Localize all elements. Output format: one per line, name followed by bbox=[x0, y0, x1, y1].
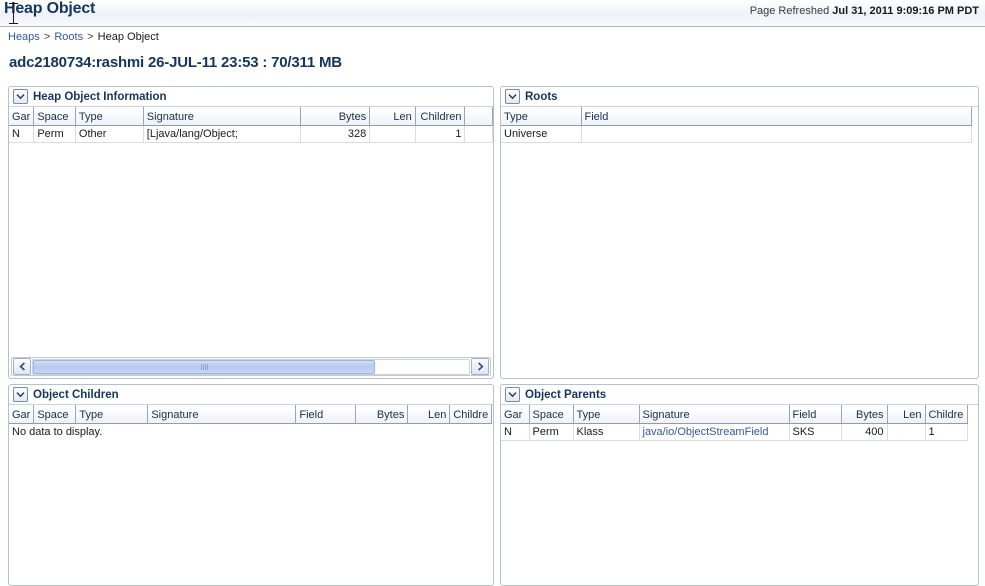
chevron-down-icon[interactable] bbox=[505, 89, 520, 104]
column-header[interactable]: Len bbox=[369, 107, 416, 126]
column-header[interactable]: Space bbox=[529, 405, 574, 424]
scrollbar-track[interactable] bbox=[32, 358, 470, 375]
breadcrumb-item-roots[interactable]: Roots bbox=[54, 31, 83, 43]
panel-body-heap-object-information: Gar Space Type Signature Bytes Len Children N Pe… bbox=[9, 107, 493, 357]
panel-body-object-parents: Gar Space Type Signature Field Bytes Len Childr… bbox=[501, 405, 978, 583]
heap-summary-title: adc2180734:rashmi 26-JUL-11 23:53 : 70/3… bbox=[9, 54, 342, 71]
panel-roots: Roots Type Field Universe bbox=[500, 86, 979, 379]
column-header[interactable]: Field bbox=[789, 405, 842, 424]
column-header[interactable]: Gar bbox=[9, 405, 35, 424]
page-header: Heap Object Page Refreshed Jul 31, 2011 … bbox=[0, 0, 985, 27]
column-header[interactable]: Childre bbox=[925, 405, 968, 424]
panel-header-object-children: Object Children bbox=[9, 385, 493, 405]
page-refreshed-time: Jul 31, 2011 9:09:16 PM PDT bbox=[832, 5, 979, 17]
table-cell: N bbox=[501, 423, 530, 441]
table-cell: 328 bbox=[300, 125, 371, 143]
chevron-down-icon[interactable] bbox=[13, 89, 28, 104]
column-header[interactable]: Type bbox=[75, 107, 144, 126]
column-header[interactable]: Gar bbox=[9, 107, 35, 126]
panel-title: Heap Object Information bbox=[33, 90, 167, 103]
table-header-row: Gar Space Type Signature Field Bytes Len Childr… bbox=[501, 405, 968, 424]
table-cell: Perm bbox=[33, 125, 76, 143]
panel-title: Object Children bbox=[33, 388, 119, 401]
column-header[interactable]: Len bbox=[887, 405, 926, 424]
table-cell: Perm bbox=[529, 423, 574, 441]
scroll-right-arrow-icon[interactable] bbox=[471, 358, 489, 375]
breadcrumb: Heaps > Roots > Heap Object bbox=[8, 31, 159, 43]
table-cell: 400 bbox=[841, 423, 888, 441]
table-header-row: Gar Space Type Signature Bytes Len Children bbox=[9, 107, 493, 126]
table-cell-link[interactable]: java/io/ObjectStreamField bbox=[643, 426, 769, 438]
heap-object-information-table: Gar Space Type Signature Bytes Len Children N Pe… bbox=[9, 107, 493, 143]
chevron-down-icon[interactable] bbox=[13, 387, 28, 402]
panel-object-children: Object Children Gar Space Type Signature Fie… bbox=[8, 384, 494, 586]
table-header-row: Gar Space Type Signature Field Bytes Len Childr… bbox=[9, 405, 493, 424]
column-header[interactable]: Bytes bbox=[355, 405, 409, 424]
horizontal-scrollbar[interactable] bbox=[11, 357, 491, 376]
breadcrumb-item-heap-object: Heap Object bbox=[97, 31, 159, 43]
table-cell: Universe bbox=[501, 125, 582, 143]
column-header[interactable]: Gar bbox=[501, 405, 530, 424]
table-header-row: Type Field bbox=[501, 107, 972, 126]
table-row[interactable]: Universe bbox=[501, 125, 972, 143]
table-cell: 1 bbox=[415, 125, 466, 143]
breadcrumb-separator: > bbox=[87, 31, 94, 43]
panel-body-object-children: Gar Space Type Signature Field Bytes Len Childr… bbox=[9, 405, 493, 583]
table-cell: Klass bbox=[573, 423, 640, 441]
table-cell: [Ljava/lang/Object; bbox=[143, 125, 301, 143]
panel-object-parents: Object Parents Gar Space Type Signature Fiel… bbox=[500, 384, 979, 586]
object-parents-table: Gar Space Type Signature Field Bytes Len Childr… bbox=[501, 405, 968, 441]
column-header[interactable]: Signature bbox=[147, 405, 297, 424]
table-cell bbox=[581, 125, 972, 143]
column-header[interactable]: Space bbox=[33, 107, 76, 126]
table-cell[interactable]: java/io/ObjectStreamField bbox=[639, 423, 790, 441]
panel-header-roots: Roots bbox=[501, 87, 978, 107]
table-cell: SKS bbox=[789, 423, 842, 441]
table-cell bbox=[887, 423, 926, 441]
column-header[interactable]: Children bbox=[415, 107, 466, 126]
table-cell: N bbox=[9, 125, 35, 143]
column-header[interactable]: Bytes bbox=[300, 107, 371, 126]
column-header[interactable]: Childre bbox=[449, 405, 493, 424]
table-cell bbox=[464, 125, 493, 143]
column-header[interactable]: Field bbox=[295, 405, 357, 424]
scrollbar-thumb[interactable] bbox=[33, 359, 376, 374]
panel-heap-object-information: Heap Object Information Gar Space Type Sign… bbox=[8, 86, 494, 379]
page-refreshed-label: Page Refreshed bbox=[749, 5, 830, 17]
panel-title: Roots bbox=[525, 90, 558, 103]
panel-title: Object Parents bbox=[525, 388, 607, 401]
column-header[interactable]: Len bbox=[407, 405, 451, 424]
panel-header-object-parents: Object Parents bbox=[501, 385, 978, 405]
column-header[interactable]: Signature bbox=[143, 107, 301, 126]
roots-table: Type Field Universe bbox=[501, 107, 972, 143]
panel-body-roots: Type Field Universe bbox=[501, 107, 978, 377]
object-children-empty-message: No data to display. bbox=[12, 426, 103, 438]
breadcrumb-item-heaps[interactable]: Heaps bbox=[8, 31, 40, 43]
table-cell bbox=[369, 125, 416, 143]
object-children-table: Gar Space Type Signature Field Bytes Len Childr… bbox=[9, 405, 493, 424]
table-row[interactable]: N Perm Klass java/io/ObjectStreamField SKS 40… bbox=[501, 423, 968, 441]
column-header[interactable]: Space bbox=[33, 405, 77, 424]
column-header[interactable]: Signature bbox=[639, 405, 790, 424]
column-header[interactable]: Type bbox=[501, 107, 582, 126]
column-header[interactable]: Field bbox=[581, 107, 972, 126]
table-row[interactable]: N Perm Other [Ljava/lang/Object; 328 1 bbox=[9, 125, 493, 143]
table-cell: 1 bbox=[925, 423, 968, 441]
column-header[interactable] bbox=[464, 107, 493, 126]
panel-header-heap-object-information: Heap Object Information bbox=[9, 87, 493, 107]
scroll-left-arrow-icon[interactable] bbox=[13, 358, 31, 375]
page-refreshed-status: Page Refreshed Jul 31, 2011 9:09:16 PM P… bbox=[750, 5, 979, 17]
column-header[interactable]: Type bbox=[75, 405, 149, 424]
page-title: Heap Object bbox=[4, 0, 96, 17]
column-header[interactable]: Bytes bbox=[841, 405, 888, 424]
chevron-down-icon[interactable] bbox=[505, 387, 520, 402]
table-cell: Other bbox=[75, 125, 144, 143]
column-header[interactable]: Type bbox=[573, 405, 640, 424]
scrollbar-grip-icon bbox=[200, 363, 208, 370]
breadcrumb-separator: > bbox=[43, 31, 51, 43]
